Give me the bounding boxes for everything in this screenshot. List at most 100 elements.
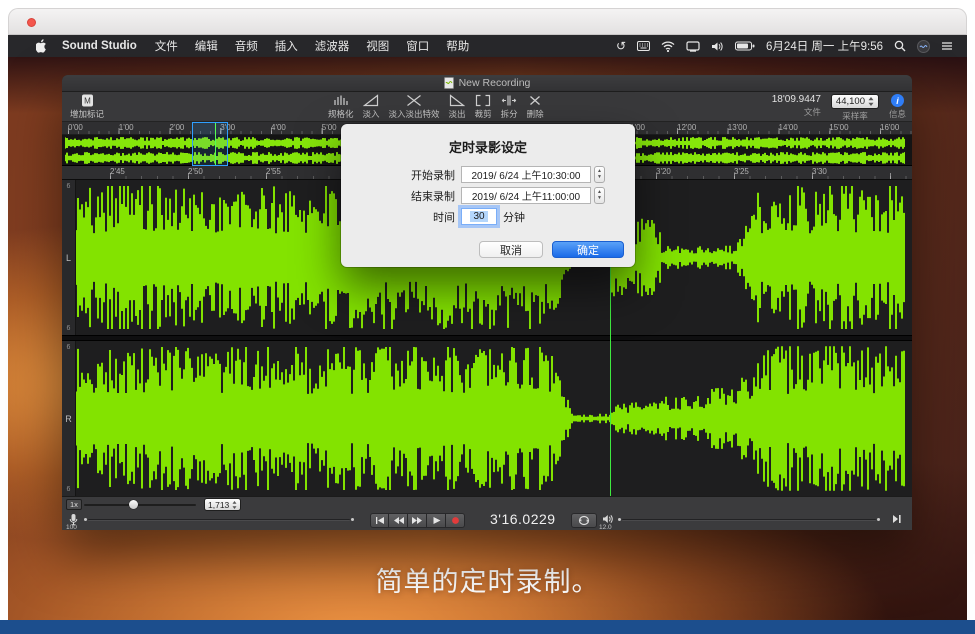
- go-to-end-icon: [892, 514, 902, 524]
- start-record-label: 开始录制: [387, 167, 455, 183]
- output-volume-value: 12.0: [599, 524, 612, 530]
- menubar-app-name[interactable]: Sound Studio: [62, 40, 137, 52]
- sample-rate-label: 采样率: [842, 110, 868, 122]
- svg-text:M: M: [84, 97, 91, 106]
- db-label: 6: [62, 344, 75, 351]
- speaker-icon: [602, 514, 614, 524]
- channel-label-left: L: [62, 253, 75, 263]
- menu-insert[interactable]: 插入: [275, 38, 298, 54]
- sample-rate-combo[interactable]: 44,100: [831, 94, 879, 109]
- time-display: 3'16.0229: [490, 511, 556, 527]
- menu-filter[interactable]: 滤波器: [315, 38, 350, 54]
- transport-bar: 1x 1,713 100: [62, 496, 912, 530]
- play-button[interactable]: [427, 513, 446, 528]
- menu-audio[interactable]: 音频: [235, 38, 258, 54]
- ruler-tick-label: 3'20: [656, 167, 671, 176]
- db-label: 6: [62, 486, 75, 493]
- ruler-tick-label: 16'00: [880, 123, 899, 132]
- view-selection-box[interactable]: [192, 122, 228, 166]
- end-record-field[interactable]: 2019/ 6/24 上午11:00:00: [461, 187, 591, 204]
- close-dot[interactable]: [27, 18, 36, 27]
- fade-out-icon: [449, 94, 465, 107]
- crossfade-icon: [406, 94, 422, 107]
- ruler-tick-label: 15'00: [829, 123, 848, 132]
- normalize-icon: [333, 94, 349, 107]
- rewind-icon: [393, 516, 404, 525]
- normalize-button[interactable]: 规格化: [328, 94, 354, 120]
- zoom-level[interactable]: 1x: [66, 499, 82, 510]
- loop-button[interactable]: [571, 513, 597, 528]
- start-record-stepper[interactable]: ▲▼: [594, 166, 605, 183]
- input-level-slider[interactable]: [84, 516, 354, 524]
- trim-button[interactable]: 裁剪: [475, 94, 492, 120]
- marketing-page: Sound Studio 文件 编辑 音频 插入 滤波器 视图 窗口 帮助 ↺: [0, 0, 975, 634]
- spotlight-search-icon[interactable]: [894, 40, 906, 52]
- duration-field[interactable]: 30: [461, 208, 497, 225]
- siri-icon[interactable]: [917, 40, 930, 53]
- file-length-value: 18'09.9447: [772, 94, 821, 105]
- window-titlebar[interactable]: New Recording: [62, 75, 912, 92]
- fade-out-button[interactable]: 淡出: [449, 94, 466, 120]
- menu-help[interactable]: 帮助: [446, 38, 469, 54]
- end-record-stepper[interactable]: ▲▼: [594, 187, 605, 204]
- updown-arrows-icon: [868, 97, 874, 106]
- go-to-start-button[interactable]: [370, 513, 389, 528]
- file-length-label: 文件: [804, 106, 821, 118]
- crossfade-button[interactable]: 淡入淡出特效: [389, 94, 440, 120]
- zoom-slider-thumb[interactable]: [129, 500, 138, 509]
- document-icon: [444, 77, 454, 89]
- split-button[interactable]: 拆分: [501, 94, 518, 120]
- wifi-icon[interactable]: [661, 41, 675, 52]
- zoom-slider[interactable]: [84, 499, 196, 510]
- ok-button[interactable]: 确定: [552, 241, 624, 258]
- ruler-tick-label: 5'00: [322, 123, 337, 132]
- fast-forward-button[interactable]: [408, 513, 427, 528]
- file-length-block: 18'09.9447 文件: [772, 94, 821, 118]
- add-marker-button[interactable]: M 增加标记: [70, 94, 104, 120]
- rewind-button[interactable]: [389, 513, 408, 528]
- window-title: New Recording: [459, 77, 531, 89]
- right-track-scale-gutter: 6 R 6: [62, 341, 76, 496]
- menu-view[interactable]: 视图: [366, 38, 389, 54]
- menubar-clock[interactable]: 6月24日 周一 上午9:56: [766, 38, 883, 54]
- end-record-row: 结束录制 2019/ 6/24 上午11:00:00 ▲▼: [341, 185, 635, 206]
- delete-button[interactable]: 删除: [527, 94, 544, 120]
- ruler-tick-label: 2'45: [110, 167, 125, 176]
- trim-icon: [475, 94, 491, 107]
- db-label: 6: [62, 325, 75, 332]
- ruler-tick-label: 2'50: [188, 167, 203, 176]
- play-icon: [432, 516, 441, 525]
- fade-in-button[interactable]: 淡入: [363, 94, 380, 120]
- volume-icon[interactable]: [711, 41, 724, 52]
- input-level-value: 100: [66, 524, 77, 530]
- right-waveform-area[interactable]: [76, 341, 905, 496]
- waveform-right-channel: [76, 341, 905, 496]
- right-channel-track: 6 R 6: [62, 341, 912, 496]
- overview-playhead: [215, 123, 216, 165]
- samples-per-pixel-combo[interactable]: 1,713: [204, 498, 241, 511]
- menu-file[interactable]: 文件: [155, 38, 178, 54]
- go-to-end-button[interactable]: [892, 514, 902, 524]
- ruler-tick-label: 12'00: [677, 123, 696, 132]
- info-icon[interactable]: i: [891, 94, 904, 107]
- cancel-button[interactable]: 取消: [479, 241, 543, 258]
- output-volume-slider[interactable]: [618, 516, 880, 524]
- fade-in-icon: [363, 94, 379, 107]
- menu-edit[interactable]: 编辑: [195, 38, 218, 54]
- info-label: 信息: [889, 108, 906, 120]
- battery-icon[interactable]: [735, 41, 755, 51]
- transport-controls: [370, 513, 465, 528]
- notification-center-icon[interactable]: [941, 41, 953, 51]
- edit-tools: 规格化 淡入 淡入淡出特效 淡出 裁剪: [328, 94, 544, 120]
- keyboard-input-icon[interactable]: [637, 41, 650, 51]
- menu-window[interactable]: 窗口: [406, 38, 429, 54]
- add-marker-label: 增加标记: [70, 108, 104, 120]
- apple-menu-icon[interactable]: [36, 39, 48, 53]
- record-button[interactable]: [446, 513, 465, 528]
- channel-label-right: R: [62, 414, 75, 424]
- time-machine-icon[interactable]: ↺: [616, 40, 626, 52]
- ruler-tick-label: 2'55: [266, 167, 281, 176]
- display-mirroring-icon[interactable]: [686, 41, 700, 52]
- start-record-field[interactable]: 2019/ 6/24 上午10:30:00: [461, 166, 591, 183]
- ruler-tick-label: 13'00: [728, 123, 747, 132]
